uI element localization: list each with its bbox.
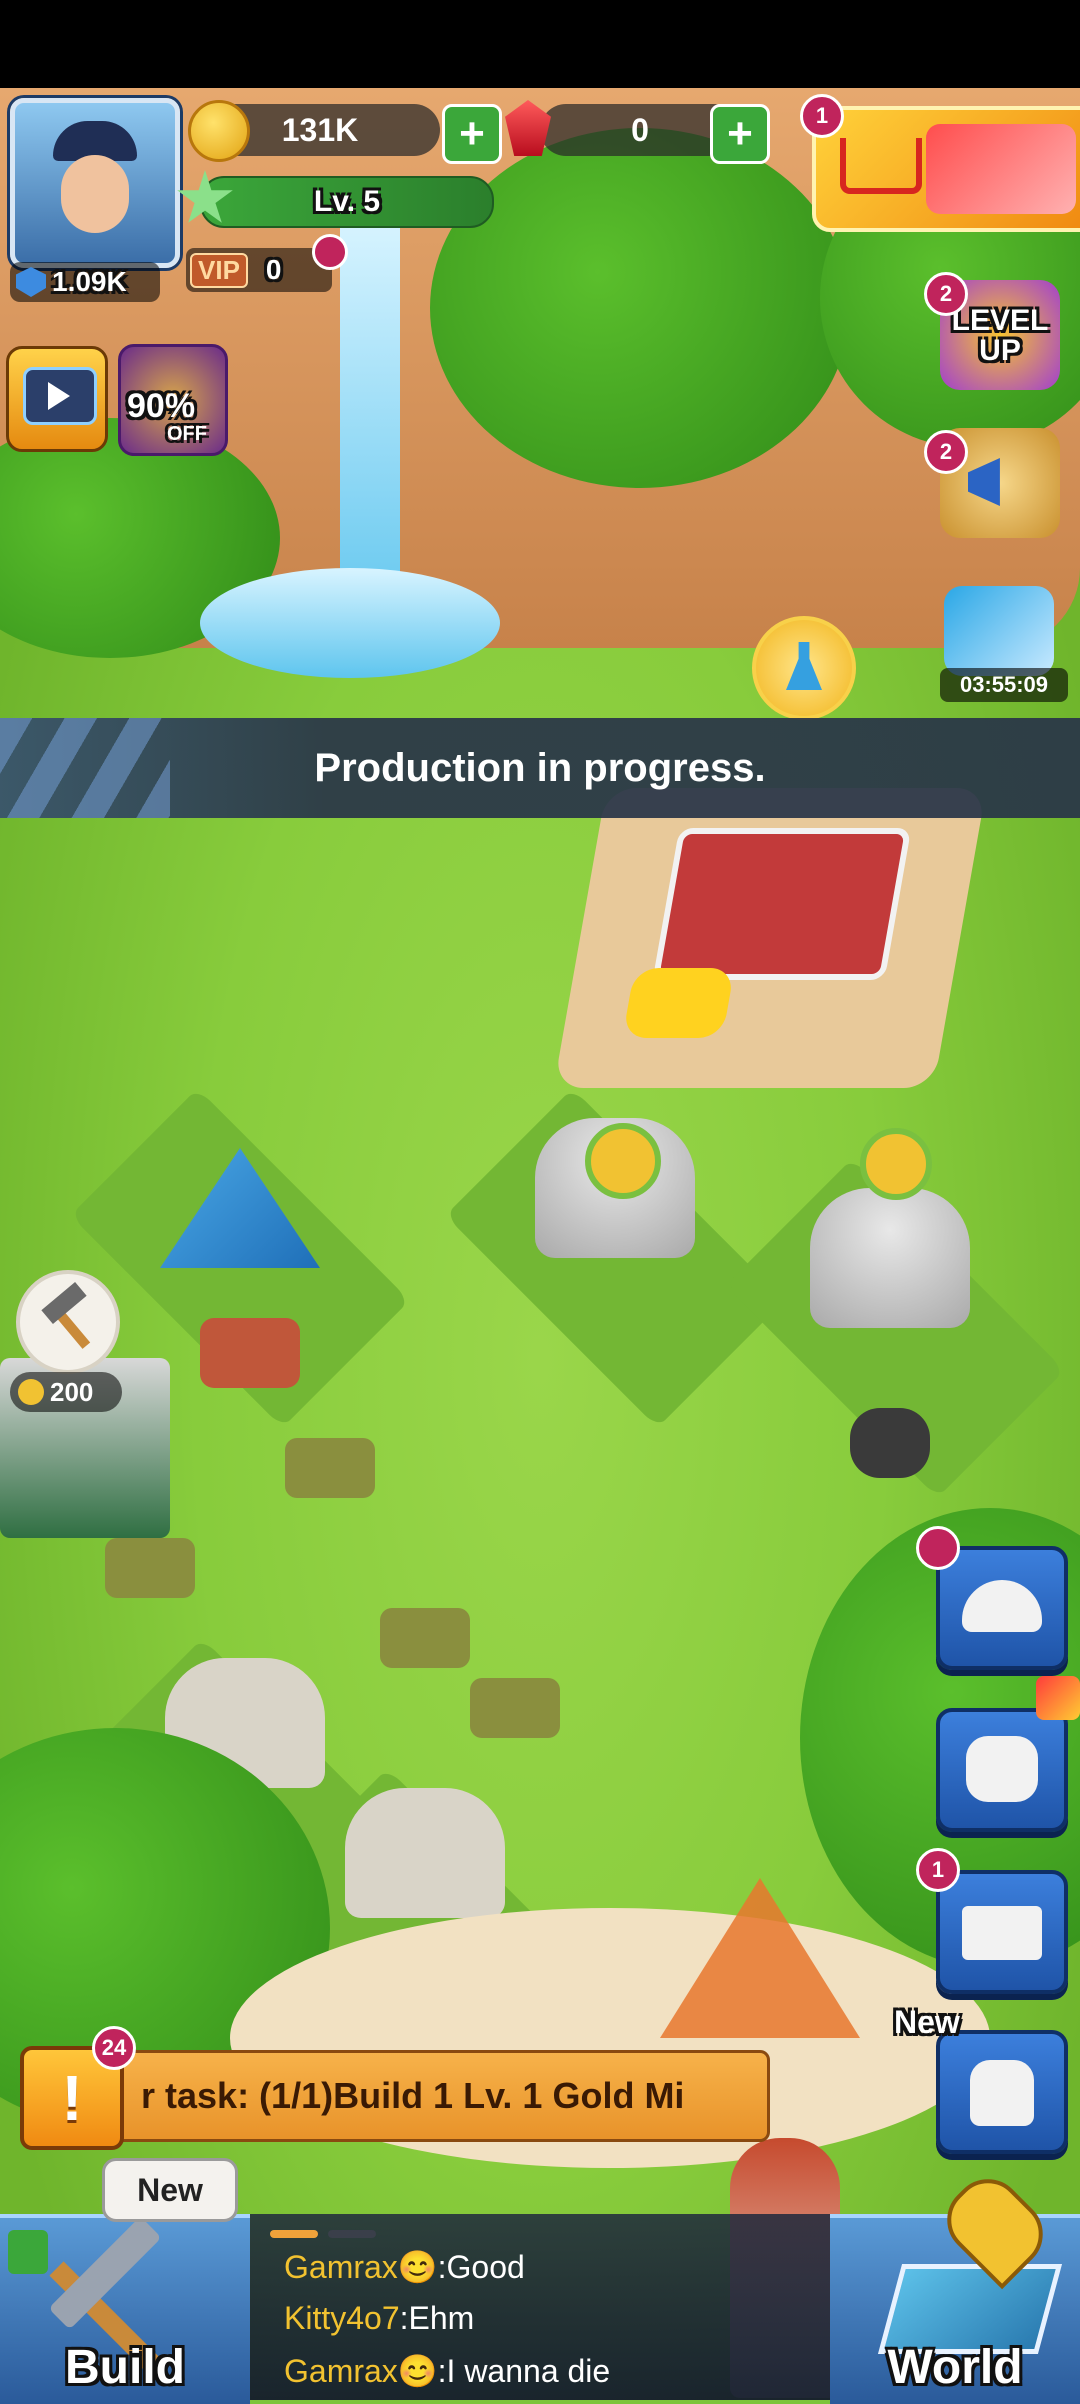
chat-emoji: 😊 — [397, 2249, 438, 2285]
gift-icon — [926, 124, 1076, 214]
level-bar: Lv. 5 — [200, 176, 494, 228]
chat-message: Gamrax😊:I wanna die — [284, 2352, 610, 2390]
player-level: Lv. 5 — [313, 185, 381, 218]
level-up-text: LEVEL UP — [951, 304, 1049, 367]
chat-sender[interactable]: Gamrax — [284, 2353, 398, 2389]
gold-coin-icon[interactable] — [860, 1128, 932, 1200]
alliance-button[interactable] — [936, 1708, 1068, 1832]
task-text: r task: (1/1)Build 1 Lv. 1 Gold Mi — [141, 2075, 685, 2116]
discount-text: 90% — [127, 387, 196, 425]
officer-cap-icon — [962, 1580, 1042, 1632]
headquarters[interactable] — [652, 828, 912, 980]
chat-separator: : — [437, 2249, 447, 2285]
chat-panel[interactable]: Gamrax😊:Good Kitty4o7:Ehm Gamrax😊:I wann… — [250, 2214, 830, 2400]
jeep[interactable] — [380, 1608, 470, 1668]
jeep[interactable] — [470, 1678, 560, 1738]
chat-emoji: 😊 — [397, 2353, 438, 2389]
discount-offer-button[interactable]: 90% OFF — [118, 344, 228, 456]
flask-icon — [786, 642, 822, 690]
exclamation-icon: ! — [61, 2062, 83, 2134]
task-count-badge: 24 — [92, 2026, 136, 2070]
build-button[interactable]: Build — [0, 2214, 250, 2404]
chat-separator: : — [437, 2353, 447, 2389]
announcement-badge: 2 — [924, 430, 968, 474]
gold-value: 131K — [281, 111, 359, 148]
megaphone-icon — [968, 458, 1000, 506]
player-avatar[interactable] — [10, 98, 180, 268]
chat-sender[interactable]: Kitty4o7 — [284, 2300, 400, 2336]
shield-icon — [16, 267, 46, 297]
chat-separator: : — [399, 2300, 409, 2336]
notification-banner: Production in progress. — [0, 718, 1080, 818]
world-button[interactable]: World — [830, 2164, 1080, 2404]
chat-text: Good — [446, 2249, 525, 2285]
vip-badge — [312, 234, 348, 270]
chat-page-indicator — [328, 2230, 376, 2238]
gold-coin-icon — [188, 100, 250, 162]
upgrade-arrow-icon — [8, 2230, 48, 2274]
shop-badge: 1 — [800, 94, 844, 138]
pond — [200, 568, 500, 678]
upgrade-bubble[interactable] — [16, 1270, 120, 1374]
chat-text: I wanna die — [446, 2353, 611, 2389]
banner-message: Production in progress. — [314, 745, 766, 790]
status-bar — [0, 0, 1080, 88]
jeep[interactable] — [285, 1438, 375, 1498]
mail-button[interactable] — [936, 1870, 1068, 1994]
gold-mine[interactable] — [810, 1188, 970, 1328]
power-display: 1.09K — [10, 262, 160, 302]
timer-display: 03:55:09 — [940, 668, 1068, 702]
backpack-button[interactable] — [936, 2030, 1068, 2154]
motorbike-soldier[interactable] — [850, 1408, 930, 1478]
build-label: Build — [65, 2341, 185, 2394]
chat-page-indicator-active — [270, 2230, 318, 2238]
world-label: World — [887, 2341, 1023, 2394]
yellow-vehicle[interactable] — [622, 968, 735, 1038]
gold-coin-icon — [18, 1379, 44, 1405]
handshake-icon — [966, 1736, 1038, 1802]
jungle-plateau — [430, 128, 850, 488]
chat-text: Ehm — [408, 2300, 475, 2336]
commander-badge — [916, 1526, 960, 1570]
chat-message: Kitty4o7:Ehm — [284, 2300, 474, 2337]
vip-label: VIP — [190, 252, 248, 288]
envelope-icon — [962, 1906, 1042, 1960]
research-bubble[interactable] — [752, 616, 856, 720]
task-bar[interactable]: r task: (1/1)Build 1 Lv. 1 Gold Mi — [110, 2050, 770, 2142]
timer-value: 03:55:09 — [959, 672, 1049, 697]
cost-value: 200 — [50, 1376, 94, 1407]
backpack-new-label: New — [894, 2004, 960, 2040]
vip-display[interactable]: VIP 0 — [186, 248, 332, 292]
cart-icon — [840, 138, 922, 194]
quad-bike[interactable] — [200, 1318, 300, 1388]
jeep[interactable] — [105, 1538, 195, 1598]
vip-level: 0 — [265, 254, 282, 285]
add-gold-button[interactable]: + — [442, 104, 502, 164]
timed-reward-button[interactable] — [944, 586, 1054, 676]
build-new-tag: New — [102, 2158, 238, 2222]
chat-sender[interactable]: Gamrax — [284, 2249, 398, 2285]
shop-button[interactable] — [812, 106, 1080, 232]
power-value: 1.09K — [52, 266, 127, 297]
avatar-face — [61, 155, 129, 233]
hq-base[interactable] — [553, 788, 987, 1088]
mine-construction[interactable] — [345, 1788, 505, 1918]
gems-value: 0 — [631, 111, 649, 148]
commander-button[interactable] — [936, 1546, 1068, 1670]
gold-coin-icon[interactable] — [585, 1123, 661, 1199]
tv-icon — [23, 367, 97, 425]
play-icon — [48, 382, 70, 410]
backpack-icon — [970, 2060, 1034, 2126]
level-up-badge: 2 — [924, 272, 968, 316]
video-reward-button[interactable] — [6, 346, 108, 452]
add-gems-button[interactable]: + — [710, 104, 770, 164]
mail-badge: 1 — [916, 1848, 960, 1892]
chat-message: Gamrax😊:Good — [284, 2248, 525, 2286]
gift-icon — [1036, 1676, 1080, 1720]
upgrade-cost: 200 — [10, 1372, 122, 1412]
discount-sub: OFF — [167, 423, 207, 445]
